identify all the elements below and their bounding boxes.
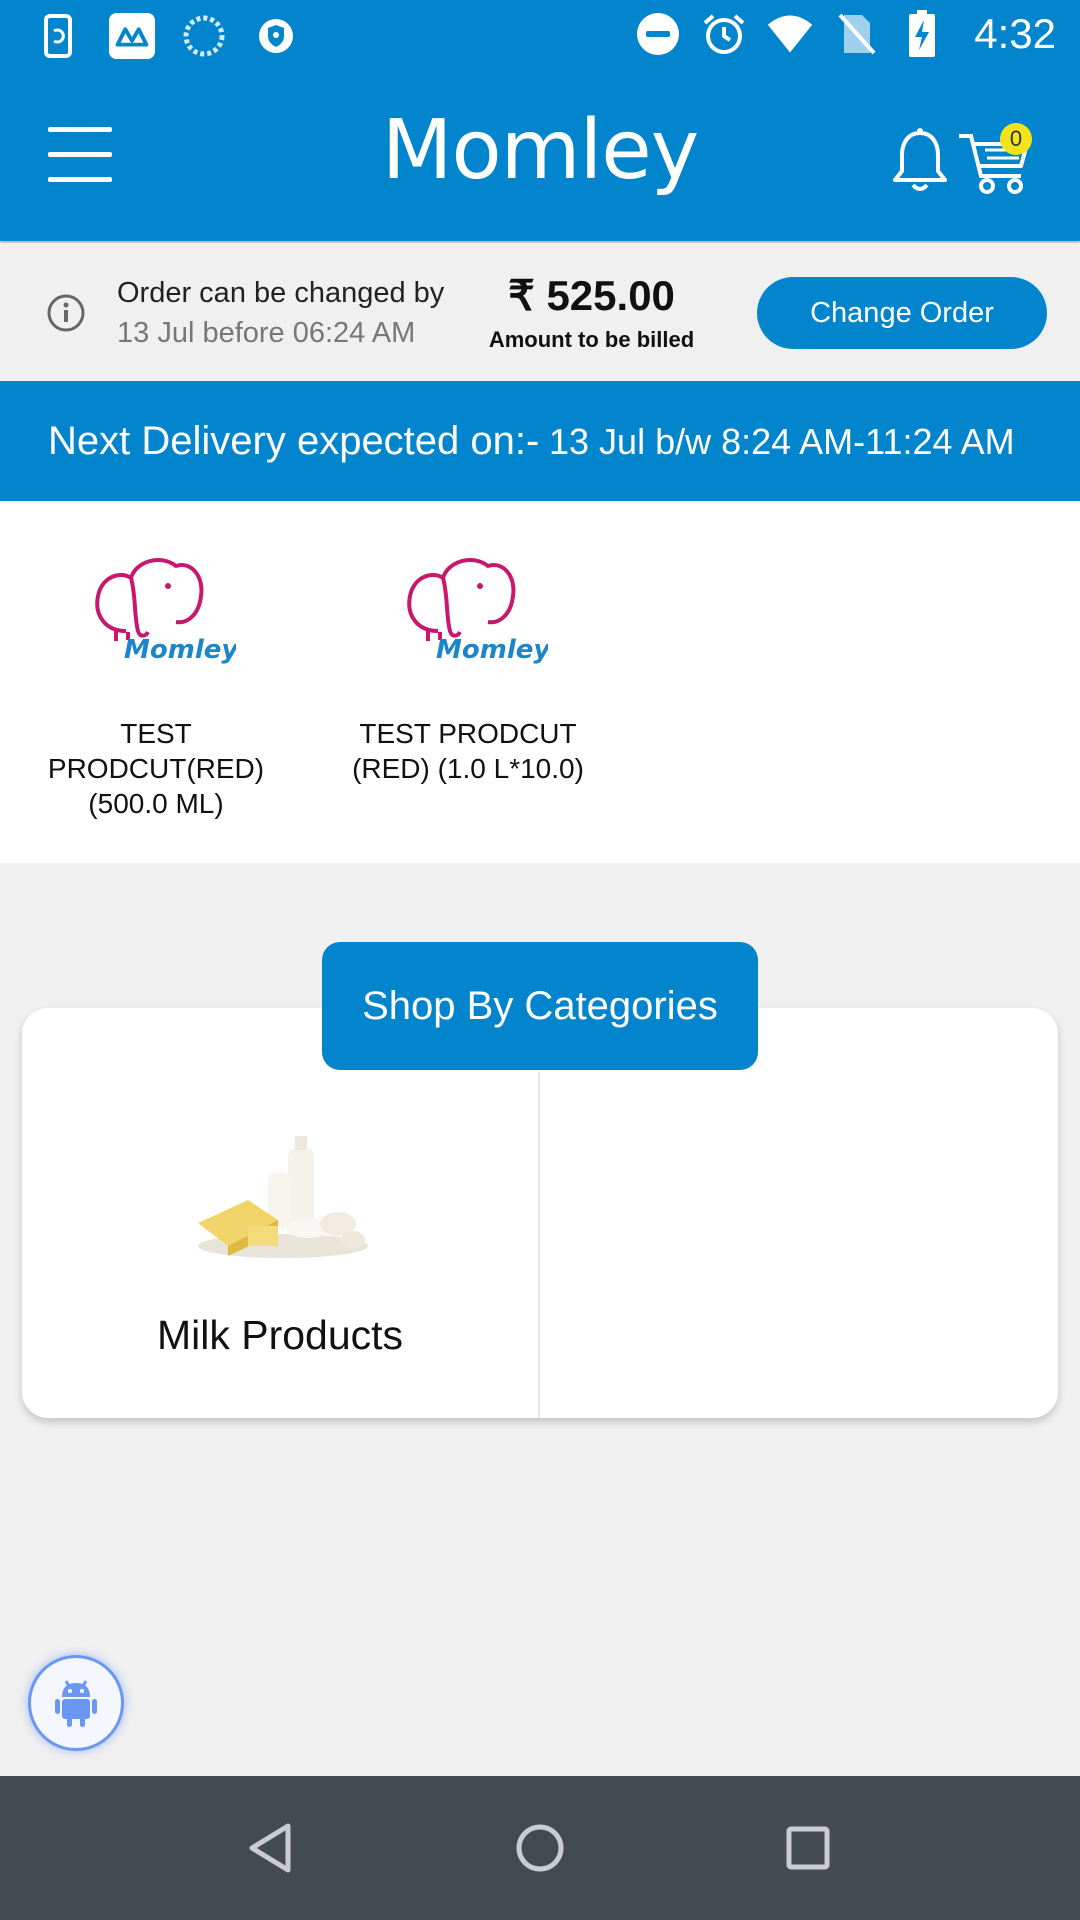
android-icon	[55, 1680, 97, 1727]
app-bar: Momley 0	[0, 75, 1080, 241]
delivery-banner: Next Delivery expected on:- 13 Jul b/w 8…	[0, 381, 1080, 501]
product-name: TEST PRODCUT(RED) (500.0 ML)	[47, 718, 265, 819]
android-floating-button[interactable]	[28, 1655, 124, 1751]
phone-sync-icon	[36, 12, 84, 60]
category-divider	[538, 1072, 540, 1418]
back-icon[interactable]	[238, 1816, 302, 1880]
category-name: Milk Products	[156, 1312, 404, 1358]
delivery-date-window: 13 Jul b/w 8:24 AM-11:24 AM	[549, 421, 1015, 462]
logo-wordmark: Momley	[436, 635, 548, 665]
momley-elephant-logo: Momley	[76, 536, 239, 686]
order-summary-bar: Order can be changed by 13 Jul before 06…	[0, 243, 1080, 381]
cart-count-badge: 0	[1000, 123, 1032, 155]
logo-wordmark: Momley	[124, 635, 236, 665]
alarm-icon	[700, 10, 748, 58]
notification-bell-icon[interactable]	[890, 125, 950, 195]
billed-amount-label: Amount to be billed	[488, 327, 695, 352]
upcoming-products-list: Momley TEST PRODCUT(RED) (500.0 ML) Moml…	[0, 501, 1080, 863]
product-item[interactable]: Momley TEST PRODCUT(RED) (500.0 ML)	[16, 501, 296, 821]
delivery-label: Next Delivery expected on:-	[48, 419, 540, 463]
billed-amount: ₹ 525.00	[508, 272, 675, 319]
do-not-disturb-icon	[634, 10, 682, 58]
loading-icon	[180, 12, 228, 60]
system-nav-bar	[0, 1776, 1080, 1920]
order-change-label: Order can be changed by	[117, 277, 445, 309]
info-icon	[46, 293, 86, 333]
product-item[interactable]: Momley TEST PRODCUT (RED) (1.0 L*10.0)	[328, 501, 608, 786]
status-bar: 4:32	[0, 0, 1080, 75]
battery-charging-icon	[898, 10, 946, 58]
product-name: TEST PRODCUT (RED) (1.0 L*10.0)	[352, 718, 584, 784]
dairy-products-image	[188, 1128, 378, 1268]
shop-by-categories-header: Shop By Categories	[322, 942, 758, 1070]
wifi-icon	[766, 10, 814, 58]
momley-elephant-logo: Momley	[388, 536, 551, 686]
home-icon[interactable]	[508, 1816, 572, 1880]
no-sim-icon	[832, 10, 880, 58]
recents-icon[interactable]	[776, 1816, 840, 1880]
order-change-deadline: 13 Jul before 06:24 AM	[117, 317, 416, 349]
change-order-button[interactable]: Change Order	[757, 277, 1047, 349]
status-clock: 4:32	[974, 10, 1056, 57]
app-m-icon	[108, 12, 156, 60]
vpn-shield-icon	[252, 12, 300, 60]
